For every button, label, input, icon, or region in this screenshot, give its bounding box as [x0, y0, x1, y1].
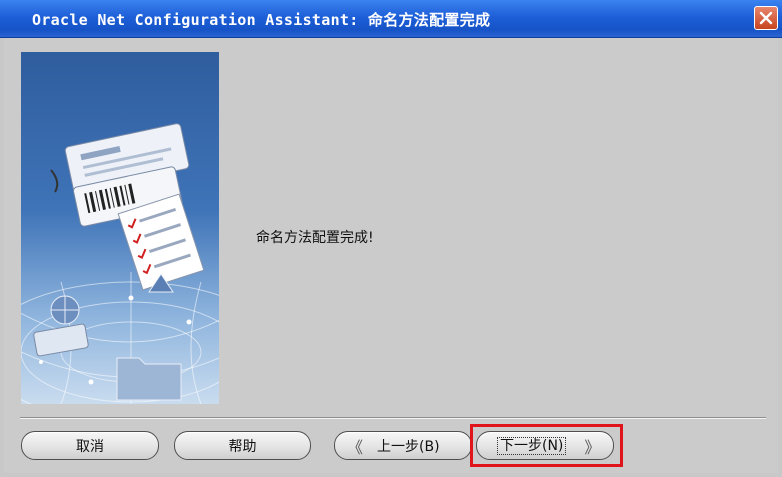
- button-divider: [20, 417, 766, 419]
- wizard-banner-image: [21, 52, 219, 404]
- help-label: 帮助: [228, 438, 257, 455]
- close-icon: [759, 11, 773, 25]
- chevron-left-icon: 《: [347, 437, 364, 457]
- close-button[interactable]: [754, 6, 778, 30]
- dialog-body: 命名方法配置完成! 取消 帮助 《 上一步(B) 下一步(N) 》: [4, 38, 778, 473]
- completion-message: 命名方法配置完成!: [256, 230, 374, 246]
- next-button-highlight: [470, 424, 623, 467]
- window-title: Oracle Net Configuration Assistant: 命名方法…: [32, 11, 491, 29]
- help-button[interactable]: 帮助: [174, 431, 311, 460]
- title-bar: Oracle Net Configuration Assistant: 命名方法…: [0, 0, 782, 38]
- back-label: 上一步(B): [377, 438, 440, 455]
- cancel-button[interactable]: 取消: [21, 431, 159, 460]
- cancel-label: 取消: [76, 438, 104, 455]
- back-button[interactable]: 《 上一步(B): [334, 431, 472, 460]
